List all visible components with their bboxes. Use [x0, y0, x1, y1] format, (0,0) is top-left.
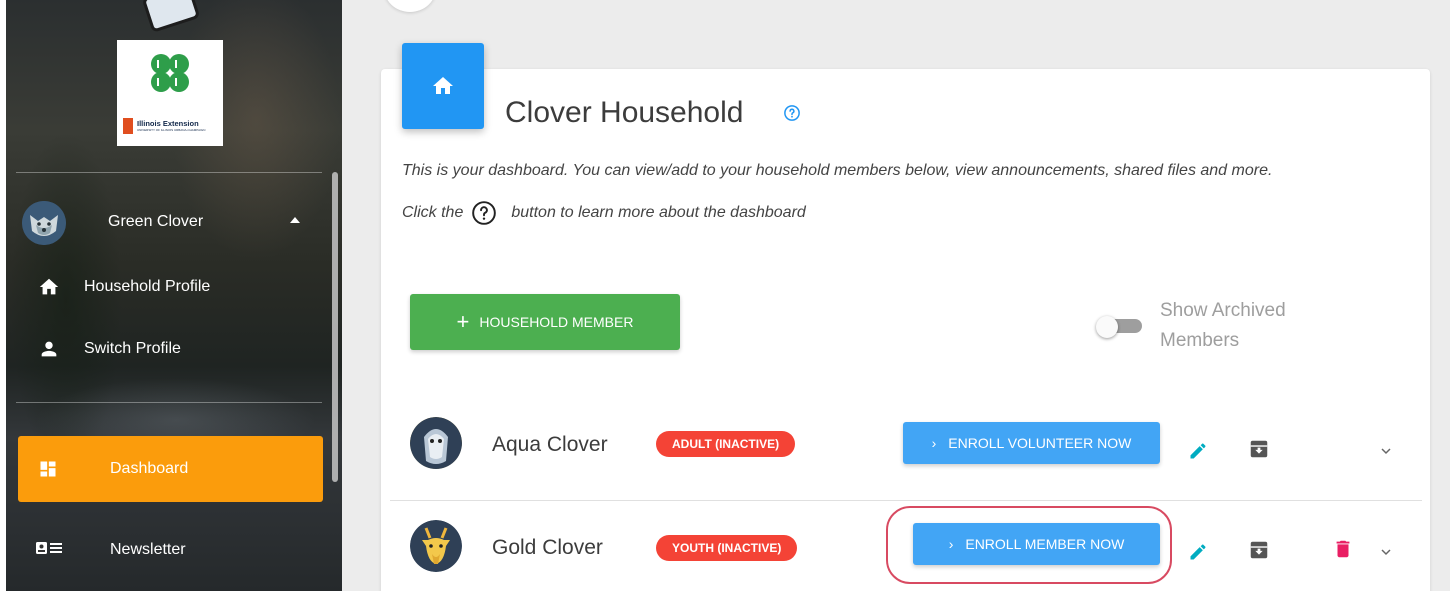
archive-icon[interactable] — [1247, 538, 1271, 562]
enroll-volunteer-button[interactable]: › ENROLL VOLUNTEER NOW — [903, 422, 1160, 464]
archive-icon[interactable] — [1247, 437, 1271, 461]
top-fab[interactable] — [384, 0, 436, 12]
sidebar-item-label: Switch Profile — [84, 340, 181, 357]
member-avatar — [410, 417, 462, 469]
org-logo: Illinois Extension UNIVERSITY OF ILLINOI… — [117, 40, 223, 146]
caret-up-icon — [290, 217, 300, 223]
sidebar: Illinois Extension UNIVERSITY OF ILLINOI… — [6, 0, 342, 591]
chevron-right-icon: › — [931, 435, 937, 451]
person-icon — [36, 336, 62, 362]
newsletter-icon — [36, 539, 62, 562]
owl-avatar-icon — [410, 417, 462, 469]
show-archived-label: Show Archived Members — [1160, 300, 1286, 352]
status-badge: YOUTH (INACTIVE) — [656, 535, 798, 561]
sidebar-item-household-profile[interactable]: Household Profile — [36, 272, 326, 302]
goat-avatar-icon — [410, 520, 462, 572]
plus-icon: + — [456, 309, 470, 334]
chevron-down-icon[interactable] — [1374, 439, 1398, 463]
hint-prefix: Click the — [402, 204, 464, 221]
member-row: Aqua Clover ADULT (INACTIVE) › ENROLL VO… — [390, 399, 1422, 489]
user-menu[interactable]: Green Clover — [22, 198, 322, 248]
page-title: Clover Household — [505, 96, 744, 129]
sidebar-divider — [16, 172, 322, 173]
home-icon — [433, 77, 453, 94]
sidebar-item-dashboard[interactable]: Dashboard — [18, 436, 323, 502]
illinois-extension-mark: Illinois Extension UNIVERSITY OF ILLINOI… — [123, 118, 219, 134]
question-circle-icon — [472, 201, 497, 225]
four-h-clover-icon — [151, 54, 189, 92]
dashboard-icon — [36, 457, 60, 481]
user-avatar — [22, 201, 66, 245]
sidebar-item-label: Household Profile — [84, 278, 211, 295]
org-name: Illinois Extension — [137, 119, 199, 129]
add-household-member-button[interactable]: + HOUSEHOLD MEMBER — [410, 294, 680, 350]
user-name: Green Clover — [108, 213, 204, 230]
edit-pencil-icon[interactable] — [1186, 540, 1210, 564]
sidebar-scrollbar[interactable] — [332, 172, 338, 482]
show-archived-toggle[interactable] — [1096, 316, 1144, 338]
toggle-thumb — [1096, 316, 1118, 338]
add-button-label: HOUSEHOLD MEMBER — [479, 314, 634, 330]
chevron-down-icon[interactable] — [1374, 540, 1398, 564]
enroll-button-label: ENROLL VOLUNTEER NOW — [948, 435, 1132, 451]
member-avatar — [410, 520, 462, 572]
member-name: Gold Clover — [492, 536, 603, 559]
household-home-tile — [402, 43, 484, 129]
dashboard-intro: This is your dashboard. You can view/add… — [402, 162, 1273, 179]
status-badge: ADULT (INACTIVE) — [656, 431, 796, 457]
sidebar-item-switch-profile[interactable]: Switch Profile — [36, 334, 326, 364]
sidebar-item-newsletter[interactable]: Newsletter — [36, 535, 326, 565]
sidebar-item-label: Dashboard — [110, 460, 189, 477]
help-circle-icon[interactable] — [783, 104, 801, 122]
sidebar-divider — [16, 402, 322, 403]
dashboard-help-hint: Click the button to learn more about the… — [402, 196, 806, 230]
app-badge-icon — [141, 0, 201, 33]
edit-pencil-icon[interactable] — [1186, 439, 1210, 463]
hint-suffix: button to learn more about the dashboard — [511, 204, 806, 221]
annotation-highlight — [886, 506, 1172, 584]
wolf-avatar-icon — [22, 201, 66, 245]
org-sub: UNIVERSITY OF ILLINOIS URBANA-CHAMPAIGN — [137, 127, 206, 132]
delete-trash-icon[interactable] — [1331, 537, 1355, 561]
illinois-i-icon — [123, 118, 133, 134]
home-icon — [36, 274, 62, 300]
sidebar-item-label: Newsletter — [110, 541, 186, 558]
member-name: Aqua Clover — [492, 433, 608, 456]
